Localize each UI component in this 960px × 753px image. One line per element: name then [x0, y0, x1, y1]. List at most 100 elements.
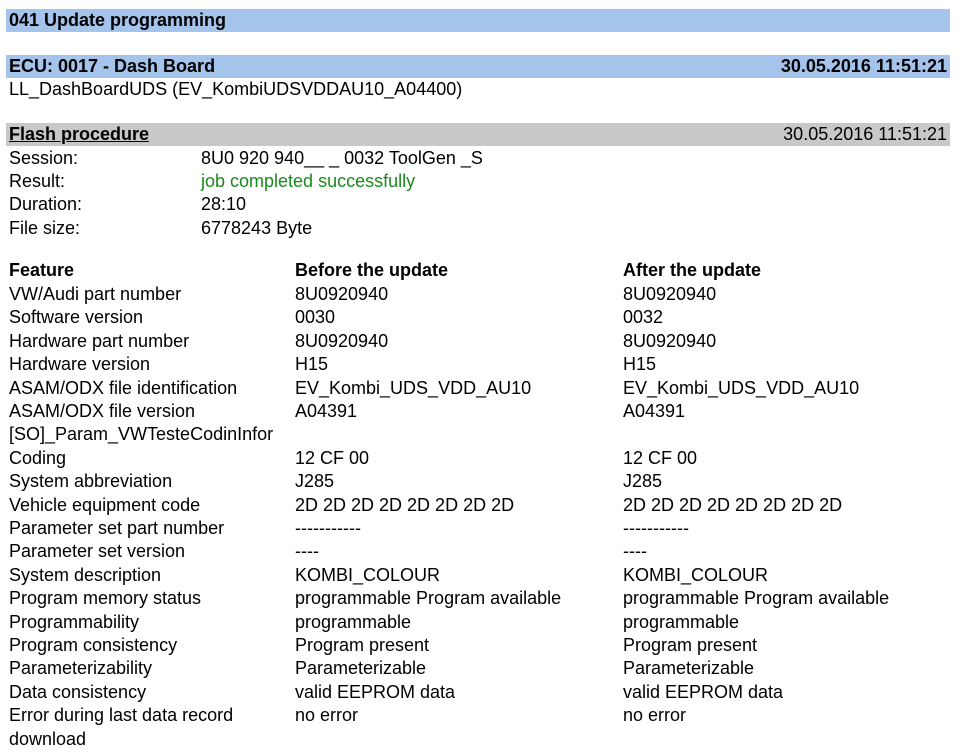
- header-before: Before the update: [295, 260, 449, 280]
- value-before: 8U0920940: [295, 330, 389, 351]
- feature-name: Parameter set part number: [9, 518, 225, 538]
- feature-row: VW/Audi part number 8U0920940 8U0920940: [0, 283, 960, 306]
- feature-row: Parameter set version ---- ----: [0, 540, 960, 563]
- flash-row-label: Result:: [9, 171, 66, 191]
- flash-row: File size: 6778243 Byte: [0, 217, 960, 240]
- feature-name: Hardware version: [9, 354, 151, 375]
- feature-name: ASAM/ODX file identification: [9, 377, 238, 398]
- feature-name: download: [9, 728, 87, 749]
- feature-row: Parameterizability Parameterizable Paramet…: [0, 657, 960, 680]
- feature-row: Parameter set part number ----------- ----…: [0, 517, 960, 540]
- flash-procedure-bar: Flash procedure 30.05.2016 11:51:21: [6, 123, 950, 146]
- value-before: KOMBI_COLOUR: [295, 564, 441, 585]
- header-feature: Feature: [9, 260, 75, 280]
- value-before: -----------: [295, 518, 361, 538]
- flash-row-label: Session:: [9, 148, 79, 168]
- ecu-timestamp: 30.05.2016 11:51:21: [780, 56, 947, 76]
- report-title: 041 Update programming: [9, 10, 227, 30]
- feature-row: Software version 0030 0032: [0, 306, 960, 329]
- ecu-title: ECU: 0017 - Dash Board: [9, 56, 216, 76]
- flash-row: Duration: 28:10: [0, 193, 960, 216]
- feature-row: download: [0, 728, 960, 751]
- value-before: Program present: [295, 635, 430, 655]
- value-after: 8U0920940: [623, 284, 717, 304]
- value-before: 12 CF 00: [295, 447, 370, 468]
- value-after: programmable Program available: [623, 588, 890, 609]
- value-before: H15: [295, 354, 329, 375]
- flash-procedure-title: Flash procedure: [9, 124, 150, 144]
- value-after: ----: [623, 541, 647, 562]
- value-after: 8U0920940: [623, 330, 717, 351]
- flash-row-label: File size:: [9, 218, 81, 238]
- feature-row: Program consistency Program present Progra…: [0, 634, 960, 657]
- flash-row-label: Duration:: [9, 194, 83, 214]
- flash-procedure-timestamp: 30.05.2016 11:51:21: [783, 124, 947, 144]
- ecu-header-bar: ECU: 0017 - Dash Board 30.05.2016 11:51:…: [6, 55, 950, 78]
- feature-row: Program memory status programmable Progra…: [0, 587, 960, 610]
- feature-row: System description KOMBI_COLOUR KOMBI_COLO…: [0, 564, 960, 587]
- value-after: KOMBI_COLOUR: [623, 564, 769, 585]
- value-before: no error: [295, 705, 359, 726]
- feature-row: ASAM/ODX file version A04391 A04391: [0, 400, 960, 423]
- value-before: A04391: [295, 401, 358, 421]
- feature-name: Error during last data record: [9, 705, 234, 726]
- feature-name: System abbreviation: [9, 471, 173, 492]
- value-after: Program present: [623, 635, 758, 655]
- value-before: 2D 2D 2D 2D 2D 2D 2D 2D: [295, 494, 515, 515]
- value-after: J285: [623, 471, 663, 492]
- value-before: 8U0920940: [295, 284, 389, 304]
- value-after: valid EEPROM data: [623, 681, 784, 702]
- value-before: valid EEPROM data: [295, 681, 456, 702]
- flash-row: Result: job completed successfully: [0, 170, 960, 193]
- feature-name: Hardware part number: [9, 330, 190, 351]
- ecu-subtitle: LL_DashBoardUDS (EV_KombiUDSVDDAU10_A044…: [9, 79, 463, 99]
- feature-name: ASAM/ODX file version: [9, 401, 196, 421]
- feature-row: Hardware part number 8U0920940 8U0920940: [0, 330, 960, 353]
- value-after: H15: [623, 354, 657, 375]
- value-after: A04391: [623, 401, 686, 421]
- header-after: After the update: [623, 260, 762, 280]
- feature-name: [SO]_Param_VWTesteCodinInfor: [9, 424, 274, 445]
- flash-row-value: job completed successfully: [201, 171, 416, 191]
- feature-row: Coding 12 CF 00 12 CF 00: [0, 447, 960, 470]
- value-before: programmable: [295, 611, 412, 632]
- feature-table-header: Feature Before the update After the upda…: [0, 259, 960, 282]
- feature-name: Program memory status: [9, 588, 202, 609]
- feature-name: Programmability: [9, 611, 140, 632]
- value-before: 0030: [295, 307, 336, 328]
- value-after: 12 CF 00: [623, 447, 698, 468]
- feature-row: [SO]_Param_VWTesteCodinInfor: [0, 423, 960, 446]
- value-before: programmable Program available: [295, 588, 562, 609]
- feature-row: ASAM/ODX file identification EV_Kombi_UDS…: [0, 377, 960, 400]
- value-after: no error: [623, 705, 687, 726]
- feature-name: System description: [9, 564, 162, 585]
- feature-row: Error during last data record no error no …: [0, 704, 960, 727]
- feature-row: Vehicle equipment code 2D 2D 2D 2D 2D 2D …: [0, 494, 960, 517]
- flash-row-value: 28:10: [201, 194, 247, 214]
- feature-row: System abbreviation J285 J285: [0, 470, 960, 493]
- feature-name: VW/Audi part number: [9, 284, 182, 304]
- value-before: J285: [295, 471, 335, 492]
- value-before: ----: [295, 541, 319, 562]
- feature-name: Parameterizability: [9, 658, 153, 679]
- value-after: EV_Kombi_UDS_VDD_AU10: [623, 377, 860, 398]
- flash-row-value: 6778243 Byte: [201, 218, 313, 238]
- value-before: EV_Kombi_UDS_VDD_AU10: [295, 377, 532, 398]
- feature-name: Software version: [9, 307, 144, 328]
- value-after: programmable: [623, 611, 740, 632]
- value-after: Parameterizable: [623, 658, 755, 679]
- flash-row-value: 8U0 920 940__ _ 0032 ToolGen _S: [201, 148, 483, 168]
- feature-name: Program consistency: [9, 635, 178, 655]
- feature-name: Coding: [9, 447, 67, 468]
- feature-row: Hardware version H15 H15: [0, 353, 960, 376]
- flash-row: Session: 8U0 920 940__ _ 0032 ToolGen _S: [0, 147, 960, 170]
- value-before: Parameterizable: [295, 658, 427, 679]
- feature-name: Data consistency: [9, 681, 147, 702]
- feature-row: Programmability programmable programmable: [0, 611, 960, 634]
- value-after: 0032: [623, 307, 664, 328]
- feature-name: Vehicle equipment code: [9, 494, 201, 515]
- report-title-bar: 041 Update programming: [6, 9, 950, 32]
- feature-name: Parameter set version: [9, 541, 186, 562]
- feature-row: Data consistency valid EEPROM data valid E…: [0, 681, 960, 704]
- value-after: 2D 2D 2D 2D 2D 2D 2D 2D: [623, 494, 843, 515]
